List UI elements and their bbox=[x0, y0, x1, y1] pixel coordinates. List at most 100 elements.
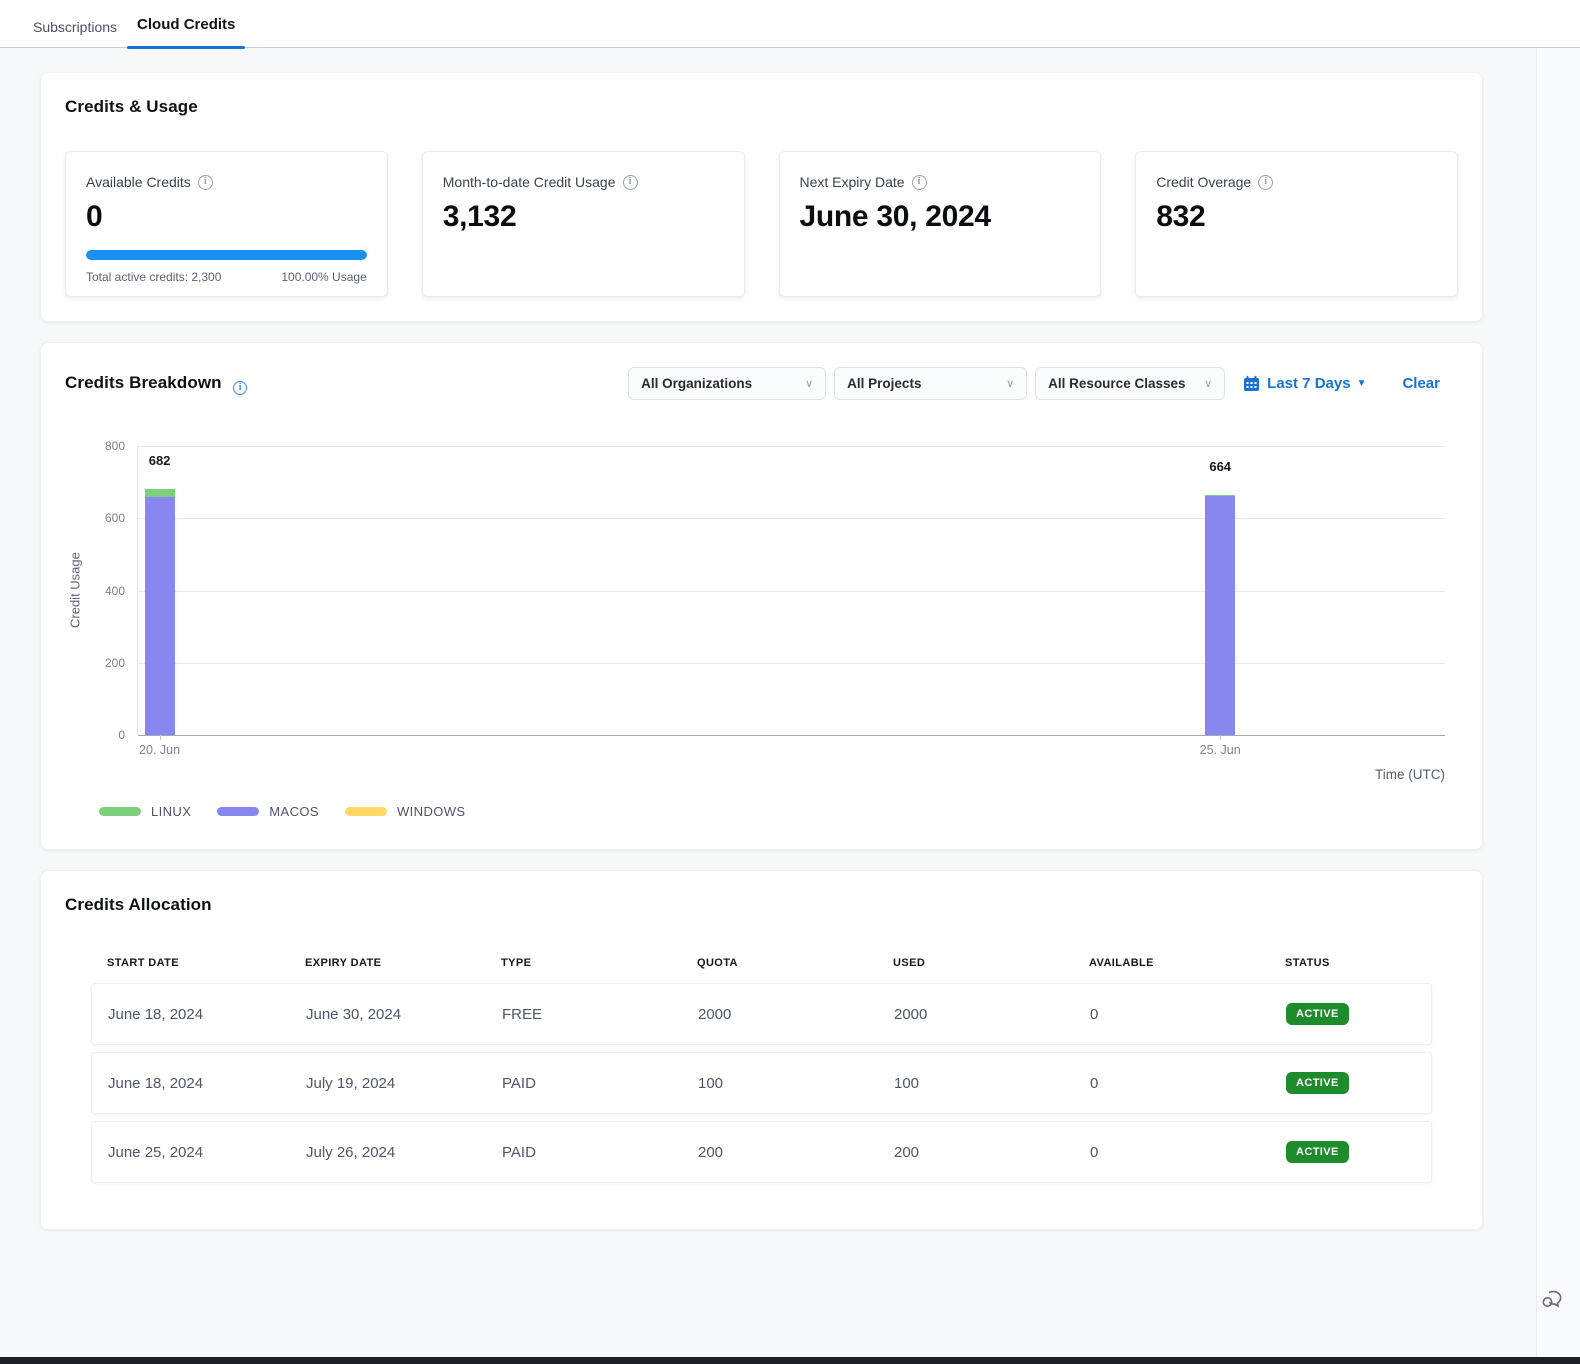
column-header: EXPIRY DATE bbox=[289, 957, 485, 983]
cell-available: 0 bbox=[1074, 1144, 1270, 1161]
cell-expiry: July 19, 2024 bbox=[290, 1075, 486, 1092]
x-tick-mark bbox=[1220, 735, 1221, 740]
legend-label: LINUX bbox=[151, 804, 191, 819]
cell-quota: 200 bbox=[682, 1144, 878, 1161]
date-range-value: Last 7 Days bbox=[1267, 375, 1350, 392]
tab-subscriptions[interactable]: Subscriptions bbox=[23, 5, 127, 47]
legend-item-windows[interactable]: WINDOWS bbox=[345, 804, 466, 819]
cell-available: 0 bbox=[1074, 1075, 1270, 1092]
main-content: Credits & Usage Available Credits i 0 To… bbox=[40, 72, 1483, 1230]
stacked-bar bbox=[145, 446, 175, 735]
usage-percent-text: 100.00% Usage bbox=[281, 270, 366, 284]
credits-progress-fill bbox=[86, 250, 367, 260]
x-tick-label: 20. Jun bbox=[139, 743, 180, 757]
cell-type: PAID bbox=[486, 1144, 682, 1161]
status-badge: ACTIVE bbox=[1286, 1003, 1349, 1025]
resource-classes-dropdown-value: All Resource Classes bbox=[1048, 376, 1185, 391]
info-icon[interactable]: i bbox=[198, 175, 213, 190]
legend-item-linux[interactable]: LINUX bbox=[99, 804, 191, 819]
chevron-down-icon: ∨ bbox=[1204, 377, 1212, 390]
stacked-bar bbox=[1205, 446, 1235, 735]
cell-start: June 18, 2024 bbox=[92, 1006, 290, 1023]
stat-label-row: Next Expiry Date i bbox=[800, 174, 1081, 190]
stat-label-row: Available Credits i bbox=[86, 174, 367, 190]
y-tick-label: 800 bbox=[105, 439, 125, 453]
x-tick-mark bbox=[160, 735, 161, 740]
stat-card-credit-overage: Credit Overage i 832 bbox=[1135, 151, 1458, 297]
credits-usage-section: Credits & Usage Available Credits i 0 To… bbox=[40, 72, 1483, 322]
allocation-table: START DATEEXPIRY DATETYPEQUOTAUSEDAVAILA… bbox=[91, 957, 1432, 1183]
credit-overage-value: 832 bbox=[1156, 200, 1437, 234]
y-tick-label: 0 bbox=[118, 728, 125, 742]
cell-start: June 18, 2024 bbox=[92, 1075, 290, 1092]
stat-label-row: Month-to-date Credit Usage i bbox=[443, 174, 724, 190]
y-tick-label: 400 bbox=[105, 584, 125, 598]
x-tick-label: 25. Jun bbox=[1200, 743, 1241, 757]
bar-value-label: 682 bbox=[149, 453, 171, 468]
status-badge: ACTIVE bbox=[1286, 1072, 1349, 1094]
column-header: TYPE bbox=[485, 957, 681, 983]
breakdown-header: Credits Breakdown i All Organizations ∨ … bbox=[65, 367, 1458, 400]
tab-subscriptions-label: Subscriptions bbox=[33, 19, 117, 35]
credits-allocation-title: Credits Allocation bbox=[65, 895, 1458, 915]
info-icon[interactable]: i bbox=[623, 175, 638, 190]
stat-card-next-expiry: Next Expiry Date i June 30, 2024 bbox=[779, 151, 1102, 297]
stat-card-available-credits: Available Credits i 0 Total active credi… bbox=[65, 151, 388, 297]
bottom-bar bbox=[0, 1357, 1580, 1364]
gridline bbox=[138, 591, 1445, 592]
mtd-usage-value: 3,132 bbox=[443, 200, 724, 234]
gridline bbox=[138, 446, 1445, 447]
column-header: STATUS bbox=[1269, 957, 1432, 983]
tab-cloud-credits-label: Cloud Credits bbox=[137, 16, 235, 33]
cell-start: June 25, 2024 bbox=[92, 1144, 290, 1161]
active-tab-underline bbox=[127, 46, 245, 49]
projects-dropdown[interactable]: All Projects ∨ bbox=[834, 367, 1027, 400]
tab-cloud-credits[interactable]: Cloud Credits bbox=[127, 2, 245, 47]
legend-swatch-macos bbox=[217, 807, 259, 816]
cell-available: 0 bbox=[1074, 1006, 1270, 1023]
bar-segment-macos bbox=[145, 497, 175, 735]
cell-used: 100 bbox=[878, 1075, 1074, 1092]
breakdown-title-row: Credits Breakdown i bbox=[65, 373, 247, 395]
resource-classes-dropdown[interactable]: All Resource Classes ∨ bbox=[1035, 367, 1225, 400]
info-icon[interactable]: i bbox=[233, 381, 247, 395]
gridline bbox=[138, 663, 1445, 664]
column-header: QUOTA bbox=[681, 957, 877, 983]
available-credits-label: Available Credits bbox=[86, 174, 191, 190]
credits-breakdown-title: Credits Breakdown bbox=[65, 373, 222, 392]
next-expiry-label: Next Expiry Date bbox=[800, 174, 905, 190]
date-range-picker[interactable]: Last 7 Days ▼ bbox=[1243, 375, 1366, 392]
legend-item-macos[interactable]: MACOS bbox=[217, 804, 319, 819]
cell-used: 200 bbox=[878, 1144, 1074, 1161]
y-axis-ticks: 0200400600800 bbox=[85, 446, 137, 735]
stat-footer: Total active credits: 2,300 100.00% Usag… bbox=[86, 270, 367, 284]
cell-status: ACTIVE bbox=[1270, 1072, 1431, 1094]
x-axis-title: Time (UTC) bbox=[65, 767, 1445, 782]
cell-quota: 100 bbox=[682, 1075, 878, 1092]
clear-filters-link[interactable]: Clear bbox=[1402, 375, 1440, 392]
info-icon[interactable]: i bbox=[912, 175, 927, 190]
chat-bubbles-icon[interactable] bbox=[1540, 1286, 1566, 1312]
chart-legend: LINUX MACOS WINDOWS bbox=[99, 804, 1458, 819]
credits-usage-title: Credits & Usage bbox=[65, 97, 1458, 117]
bar-value-label: 664 bbox=[1209, 459, 1231, 474]
y-tick-label: 200 bbox=[105, 656, 125, 670]
cell-quota: 2000 bbox=[682, 1006, 878, 1023]
caret-down-icon: ▼ bbox=[1357, 378, 1367, 389]
gridline bbox=[138, 518, 1445, 519]
organizations-dropdown-value: All Organizations bbox=[641, 376, 752, 391]
x-axis-line bbox=[138, 735, 1445, 736]
cell-expiry: July 26, 2024 bbox=[290, 1144, 486, 1161]
column-header: AVAILABLE bbox=[1073, 957, 1269, 983]
cell-type: FREE bbox=[486, 1006, 682, 1023]
cell-status: ACTIVE bbox=[1270, 1003, 1431, 1025]
info-icon[interactable]: i bbox=[1258, 175, 1273, 190]
next-expiry-value: June 30, 2024 bbox=[800, 200, 1081, 234]
stat-label-row: Credit Overage i bbox=[1156, 174, 1437, 190]
column-header: START DATE bbox=[91, 957, 289, 983]
organizations-dropdown[interactable]: All Organizations ∨ bbox=[628, 367, 826, 400]
chart-plot-area: 68220. Jun66425. Jun bbox=[137, 446, 1445, 735]
cell-used: 2000 bbox=[878, 1006, 1074, 1023]
stat-card-grid: Available Credits i 0 Total active credi… bbox=[65, 151, 1458, 297]
stat-card-mtd-usage: Month-to-date Credit Usage i 3,132 bbox=[422, 151, 745, 297]
